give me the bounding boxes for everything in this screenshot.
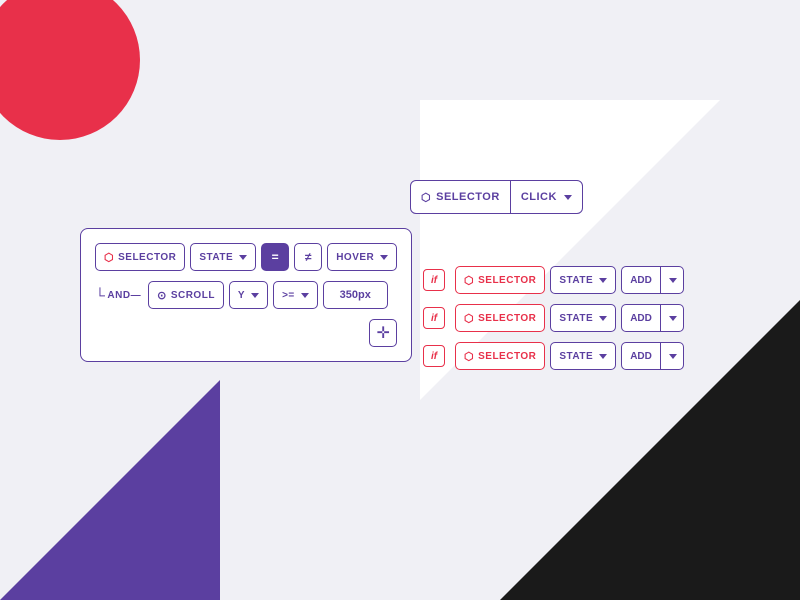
right-state-dropdown-3[interactable]: STATE bbox=[550, 342, 616, 370]
if-text-1: if bbox=[431, 275, 437, 286]
right-selector-text-1: SELECTOR bbox=[478, 275, 536, 286]
add-row: ✛ bbox=[95, 319, 397, 347]
scroll-button[interactable]: SCROLL bbox=[148, 281, 224, 309]
right-state-chevron-1 bbox=[599, 278, 607, 283]
if-badge-1: if bbox=[423, 269, 445, 291]
state-chevron-1 bbox=[239, 255, 247, 260]
right-add-dropdown-3[interactable]: ADD bbox=[621, 342, 684, 370]
add-icon: ✛ bbox=[377, 323, 390, 343]
value-input[interactable] bbox=[323, 281, 388, 309]
hover-dropdown[interactable]: HOVER bbox=[327, 243, 397, 271]
right-row-3: if SELECTOR STATE ADD bbox=[418, 342, 684, 370]
gte-dropdown[interactable]: >= bbox=[273, 281, 318, 309]
hover-chevron bbox=[380, 255, 388, 260]
main-content: SELECTOR CLICK SELECTOR STATE bbox=[80, 180, 583, 362]
condition-row-1: SELECTOR STATE = ≠ HOVER bbox=[95, 243, 397, 271]
right-state-text-2: STATE bbox=[559, 313, 593, 324]
right-add-dropdown-1[interactable]: ADD bbox=[621, 266, 684, 294]
corner-mark: └ bbox=[95, 287, 105, 303]
chevron-icon-1 bbox=[669, 278, 677, 283]
right-add-chevron-2[interactable] bbox=[661, 305, 683, 331]
right-add-text-1: ADD bbox=[622, 267, 661, 293]
selector-text-1: SELECTOR bbox=[118, 252, 176, 263]
right-state-chevron-3 bbox=[599, 354, 607, 359]
cursor-icon-red bbox=[104, 251, 114, 264]
scroll-text: SCROLL bbox=[171, 290, 215, 301]
condition-box: SELECTOR STATE = ≠ HOVER bbox=[80, 228, 412, 362]
y-chevron bbox=[251, 293, 259, 298]
right-add-text-3: ADD bbox=[622, 343, 661, 369]
right-add-text-2: ADD bbox=[622, 305, 661, 331]
scroll-icon bbox=[157, 289, 167, 302]
right-state-chevron-2 bbox=[599, 316, 607, 321]
cursor-icon-right-2 bbox=[464, 312, 474, 325]
cursor-icon-right-1 bbox=[464, 274, 474, 287]
y-text: Y bbox=[238, 290, 245, 301]
if-text-2: if bbox=[431, 313, 437, 324]
right-selector-text-3: SELECTOR bbox=[478, 351, 536, 362]
right-state-dropdown-1[interactable]: STATE bbox=[550, 266, 616, 294]
eq-operator[interactable]: = bbox=[261, 243, 289, 271]
right-row-1: if SELECTOR STATE ADD bbox=[418, 266, 684, 294]
gte-chevron bbox=[301, 293, 309, 298]
right-state-text-1: STATE bbox=[559, 275, 593, 286]
click-label: CLICK bbox=[521, 191, 557, 203]
gte-text: >= bbox=[282, 290, 295, 301]
selector-click-bar: SELECTOR CLICK bbox=[410, 180, 583, 214]
right-add-chevron-3[interactable] bbox=[661, 343, 683, 369]
and-text: AND— bbox=[107, 290, 141, 301]
neq-operator[interactable]: ≠ bbox=[294, 243, 322, 271]
right-state-text-3: STATE bbox=[559, 351, 593, 362]
selector-click-pill[interactable]: SELECTOR CLICK bbox=[410, 180, 583, 214]
right-selector-button-1[interactable]: SELECTOR bbox=[455, 266, 545, 294]
condition-row-2: └ AND— SCROLL Y >= bbox=[95, 281, 397, 309]
main-layout: SELECTOR STATE = ≠ HOVER bbox=[80, 228, 583, 362]
selector-click-click-part[interactable]: CLICK bbox=[511, 181, 582, 213]
right-selector-button-3[interactable]: SELECTOR bbox=[455, 342, 545, 370]
right-selector-button-2[interactable]: SELECTOR bbox=[455, 304, 545, 332]
y-dropdown[interactable]: Y bbox=[229, 281, 268, 309]
add-condition-button[interactable]: ✛ bbox=[369, 319, 397, 347]
right-row-2: if SELECTOR STATE ADD bbox=[418, 304, 684, 332]
state-text-1: STATE bbox=[199, 252, 233, 263]
and-label: └ AND— bbox=[95, 287, 141, 303]
right-add-dropdown-2[interactable]: ADD bbox=[621, 304, 684, 332]
right-state-dropdown-2[interactable]: STATE bbox=[550, 304, 616, 332]
right-selector-text-2: SELECTOR bbox=[478, 313, 536, 324]
state-dropdown-1[interactable]: STATE bbox=[190, 243, 256, 271]
chevron-icon-3 bbox=[669, 354, 677, 359]
selector-label: SELECTOR bbox=[436, 191, 500, 203]
background-triangle-purple bbox=[0, 380, 220, 600]
selector-click-selector-part: SELECTOR bbox=[411, 181, 511, 213]
neq-label: ≠ bbox=[305, 250, 312, 264]
hover-text: HOVER bbox=[336, 252, 374, 263]
background-circle bbox=[0, 0, 140, 140]
right-rows: if SELECTOR STATE ADD bbox=[418, 266, 684, 370]
chevron-down-icon bbox=[564, 195, 572, 200]
selector-button-1[interactable]: SELECTOR bbox=[95, 243, 185, 271]
if-text-3: if bbox=[431, 351, 437, 362]
if-badge-3: if bbox=[423, 345, 445, 367]
right-add-chevron-1[interactable] bbox=[661, 267, 683, 293]
cursor-icon bbox=[421, 191, 431, 204]
cursor-icon-right-3 bbox=[464, 350, 474, 363]
eq-label: = bbox=[272, 250, 279, 264]
if-badge-2: if bbox=[423, 307, 445, 329]
chevron-icon-2 bbox=[669, 316, 677, 321]
